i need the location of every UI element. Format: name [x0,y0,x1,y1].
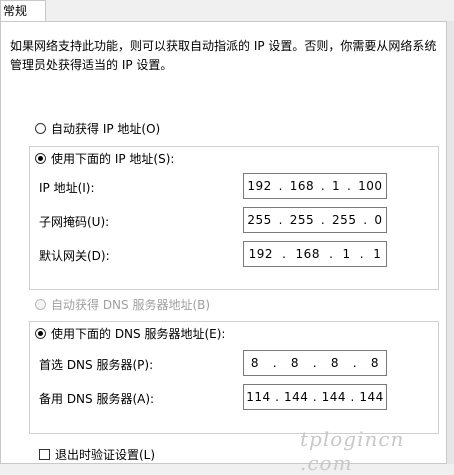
manual-dns-group: 使用下面的 DNS 服务器地址(E): 首选 DNS 服务器(P): 8. 8.… [29,321,439,434]
tab-general[interactable]: 常规 [0,0,46,22]
octet: 1 [342,247,351,261]
subnet-mask-label: 子网掩码(U): [39,215,110,229]
octet: 255 [289,213,315,227]
auto-dns-label: 自动获得 DNS 服务器地址(B) [51,298,211,312]
octet: 168 [295,247,320,261]
octet: 0 [374,213,383,227]
validate-on-exit-checkbox[interactable] [39,449,50,460]
octet: 8 [290,356,300,370]
octet: 1 [373,247,382,261]
preferred-dns-label: 首选 DNS 服务器(P): [39,358,154,372]
watermark-text: tplogincn .com [300,427,405,475]
octet: 192 [248,247,273,261]
auto-ip-radio[interactable] [35,123,46,134]
manual-ip-group: 使用下面的 IP 地址(S): IP 地址(I): 192. 168. 1. 1… [29,146,439,290]
octet: 114 [246,390,271,404]
manual-ip-radio[interactable] [35,153,46,164]
octet: 144 [321,390,347,404]
auto-dns-radio[interactable] [35,299,46,310]
octet: 8 [250,356,260,370]
octet: 8 [330,356,340,370]
default-gateway-label: 默认网关(D): [39,249,110,263]
octet: 168 [289,179,315,193]
preferred-dns-input[interactable]: 8. 8. 8. 8 [243,350,387,376]
octet: 255 [247,213,272,227]
manual-dns-option[interactable]: 使用下面的 DNS 服务器地址(E): [35,325,225,342]
subnet-mask-input[interactable]: 255. 255. 255. 0 [243,207,387,233]
octet: 100 [358,179,383,193]
octet: 144 [359,390,384,404]
validate-on-exit-option[interactable]: 退出时验证设置(L) [39,446,155,463]
validate-on-exit-label: 退出时验证设置(L) [55,448,156,462]
manual-ip-option[interactable]: 使用下面的 IP 地址(S): [35,150,174,167]
octet: 255 [332,213,357,227]
auto-ip-label: 自动获得 IP 地址(O) [51,122,161,136]
alternate-dns-input[interactable]: 114. 144. 144. 144 [243,384,387,410]
scrollbar[interactable] [447,21,454,464]
default-gateway-input[interactable]: 192. 168. 1. 1 [243,241,387,267]
manual-dns-radio[interactable] [35,328,46,339]
octet: 192 [247,179,272,193]
manual-dns-label: 使用下面的 DNS 服务器地址(E): [51,327,226,341]
ip-address-label: IP 地址(I): [39,181,95,195]
alternate-dns-label: 备用 DNS 服务器(A): [39,392,155,406]
auto-ip-option[interactable]: 自动获得 IP 地址(O) [35,120,160,137]
ip-address-input[interactable]: 192. 168. 1. 100 [243,173,387,199]
octet: 144 [283,390,309,404]
octet: 1 [332,179,341,193]
octet: 8 [370,356,380,370]
auto-dns-option[interactable]: 自动获得 DNS 服务器地址(B) [35,296,210,313]
manual-ip-label: 使用下面的 IP 地址(S): [51,152,175,166]
description-text: 如果网络支持此功能，则可以获取自动指派的 IP 设置。否则，你需要从网络系统管理… [10,39,437,72]
ipv4-properties-panel: 如果网络支持此功能，则可以获取自动指派的 IP 设置。否则，你需要从网络系统管理… [0,21,447,464]
